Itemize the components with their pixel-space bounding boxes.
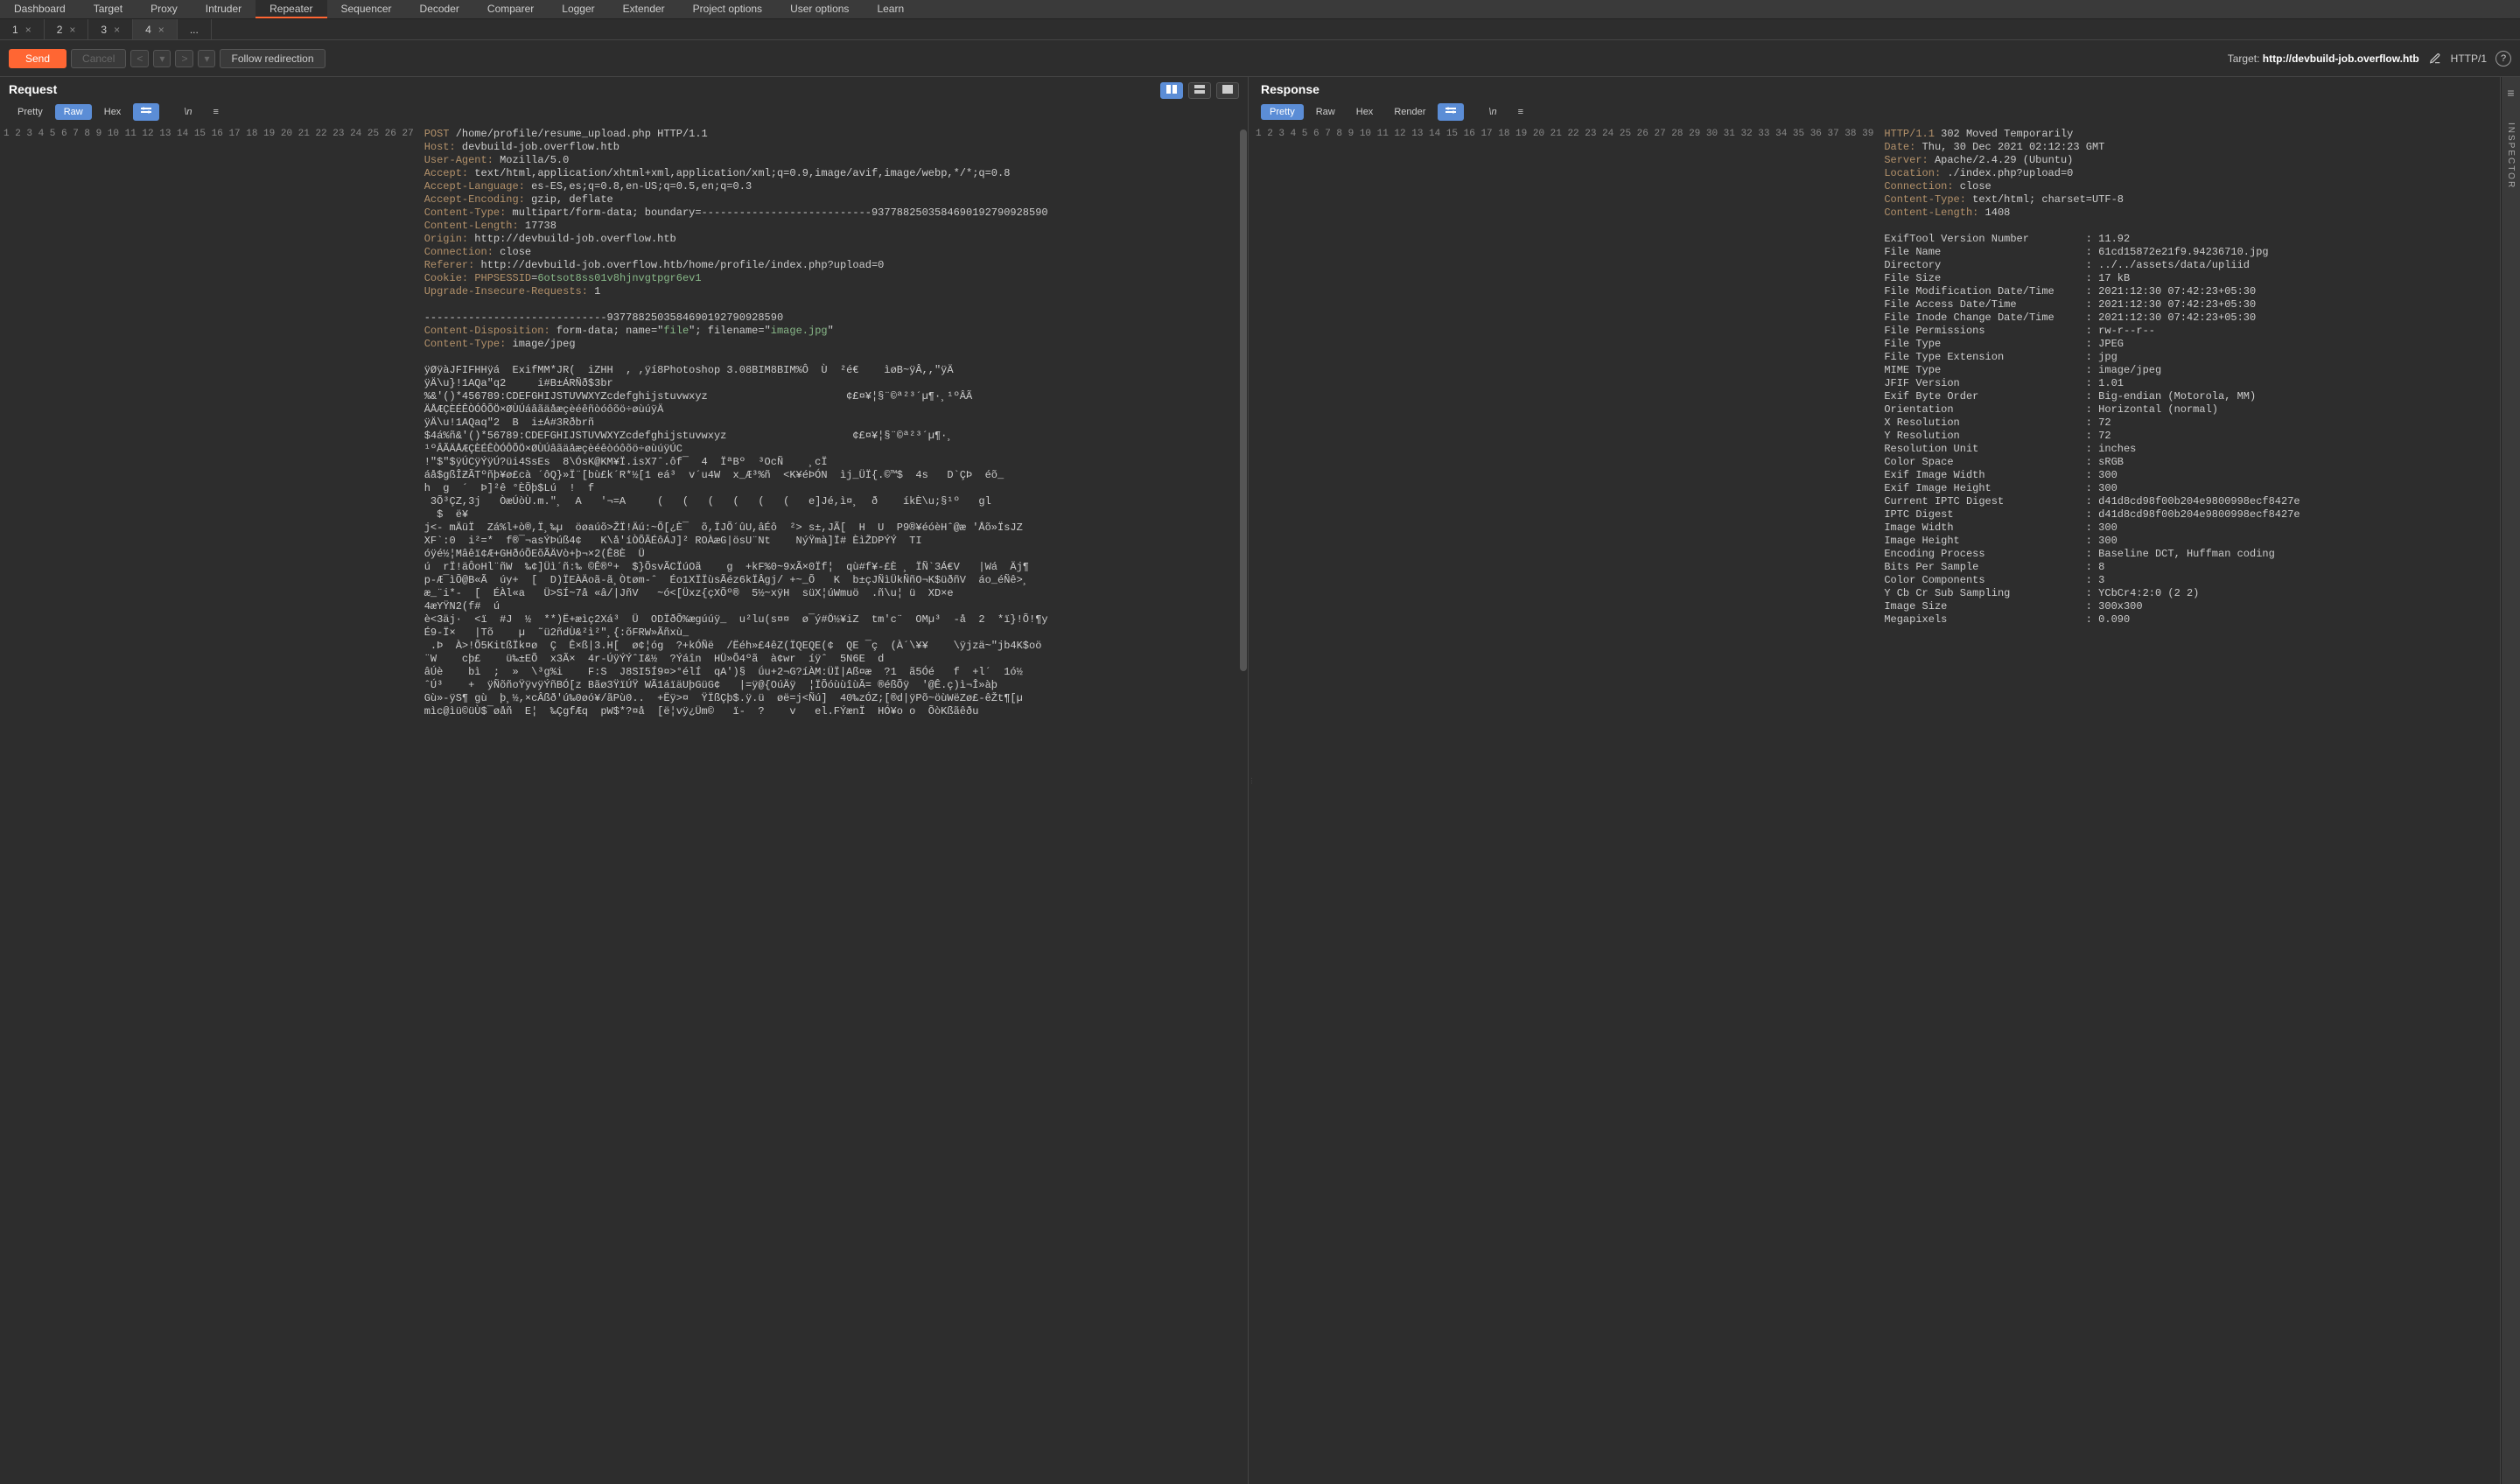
hamburger-icon[interactable]: ≡ (205, 104, 228, 120)
layout-columns-icon[interactable] (1160, 82, 1183, 99)
request-panel: Request PrettyRawHex \n ≡ 1 2 3 4 5 6 7 8 … (0, 77, 1249, 1484)
newline-icon[interactable]: \n (175, 104, 200, 120)
request-title: Request (9, 82, 57, 96)
sub-tab-2[interactable]: 2× (45, 19, 89, 39)
sub-tab-3[interactable]: 3× (88, 19, 133, 39)
response-editor[interactable]: 1 2 3 4 5 6 7 8 9 10 11 12 13 14 15 16 1… (1252, 124, 2500, 1484)
top-tab-dashboard[interactable]: Dashboard (0, 0, 80, 18)
scrollbar[interactable] (1239, 130, 1248, 1484)
top-tab-proxy[interactable]: Proxy (136, 0, 192, 18)
cancel-button[interactable]: Cancel (71, 49, 126, 68)
close-icon[interactable]: × (158, 24, 164, 36)
toolbar: Send Cancel < ▾ > ▾ Follow redirection T… (0, 40, 2520, 77)
back-menu-button[interactable]: ▾ (153, 50, 171, 67)
newline-icon[interactable]: \n (1480, 104, 1505, 120)
inspector-sidebar[interactable]: ≡ INSPECTOR (2501, 77, 2520, 1484)
view-tab-hex[interactable]: Hex (1348, 104, 1382, 120)
actions-icon[interactable] (133, 103, 159, 121)
response-panel: Response PrettyRawHexRender \n≡ 1 2 3 4 5… (1252, 77, 2501, 1484)
top-tab-decoder[interactable]: Decoder (406, 0, 473, 18)
target-label: Target: http://devbuild-job.overflow.htb (2228, 52, 2419, 65)
sub-tab-...[interactable]: ... (178, 19, 212, 39)
follow-redirection-button[interactable]: Follow redirection (220, 49, 325, 68)
top-tab-user-options[interactable]: User options (776, 0, 863, 18)
close-icon[interactable]: × (25, 24, 32, 36)
forward-button[interactable]: > (175, 50, 193, 67)
actions-icon[interactable] (1438, 103, 1464, 121)
hamburger-icon[interactable]: ≡ (1509, 104, 1532, 120)
inspector-label: INSPECTOR (2506, 122, 2516, 189)
request-editor[interactable]: 1 2 3 4 5 6 7 8 9 10 11 12 13 14 15 16 1… (0, 124, 1248, 1484)
help-icon[interactable]: ? (2496, 51, 2511, 66)
sub-tab-1[interactable]: 1× (0, 19, 45, 39)
view-tab-pretty[interactable]: Pretty (1261, 104, 1304, 120)
back-button[interactable]: < (130, 50, 149, 67)
send-button[interactable]: Send (9, 49, 66, 68)
close-icon[interactable]: × (114, 24, 120, 36)
layout-rows-icon[interactable] (1188, 82, 1211, 99)
sidebar-toggle-icon[interactable]: ≡ (2507, 86, 2514, 100)
forward-menu-button[interactable]: ▾ (198, 50, 215, 67)
view-tab-pretty[interactable]: Pretty (9, 104, 52, 120)
view-tab-raw[interactable]: Raw (1307, 104, 1344, 120)
sub-tab-4[interactable]: 4× (133, 19, 178, 39)
edit-target-icon[interactable] (2428, 52, 2442, 66)
top-tab-repeater[interactable]: Repeater (256, 0, 326, 18)
top-tabs: DashboardTargetProxyIntruderRepeaterSequ… (0, 0, 2520, 19)
close-icon[interactable]: × (69, 24, 75, 36)
response-title: Response (1261, 82, 1320, 96)
top-tab-project-options[interactable]: Project options (679, 0, 776, 18)
view-tab-raw[interactable]: Raw (55, 104, 92, 120)
view-tab-render[interactable]: Render (1385, 104, 1434, 120)
top-tab-learn[interactable]: Learn (863, 0, 918, 18)
top-tab-target[interactable]: Target (80, 0, 136, 18)
protocol-label: HTTP/1 (2451, 52, 2487, 65)
sub-tabs: 1×2×3×4×... (0, 19, 2520, 40)
top-tab-comparer[interactable]: Comparer (473, 0, 548, 18)
layout-single-icon[interactable] (1216, 82, 1239, 99)
top-tab-sequencer[interactable]: Sequencer (327, 0, 406, 18)
view-tab-hex[interactable]: Hex (95, 104, 130, 120)
top-tab-logger[interactable]: Logger (548, 0, 608, 18)
top-tab-intruder[interactable]: Intruder (192, 0, 256, 18)
top-tab-extender[interactable]: Extender (609, 0, 679, 18)
